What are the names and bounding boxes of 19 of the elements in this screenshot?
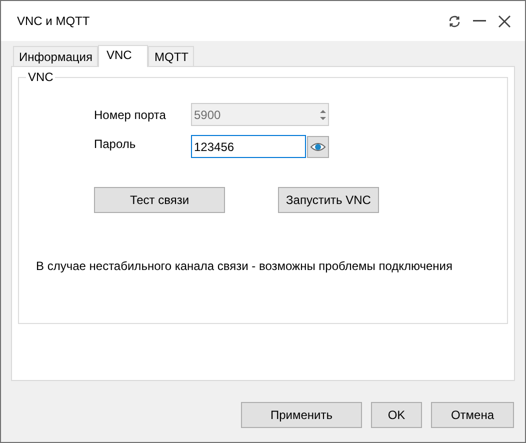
warning-message: В случае нестабильного канала связи - возможны проблемы подключения [36, 258, 454, 275]
minimize-icon[interactable] [473, 20, 486, 22]
password-field[interactable]: 123456 [191, 135, 306, 158]
close-icon[interactable] [498, 14, 511, 28]
port-label: Номер порта [94, 106, 167, 124]
group-title: VNC [26, 70, 56, 84]
tab[interactable]: VNC [98, 45, 148, 67]
window-title: VNC и MQTT [17, 13, 90, 30]
password-label: Пароль [94, 136, 137, 153]
tab[interactable]: MQTT [148, 46, 194, 66]
action-button[interactable]: Тест связи [94, 187, 225, 213]
dialog-button[interactable]: Отмена [431, 402, 514, 428]
eye-icon [310, 142, 326, 152]
action-button[interactable]: Запустить VNC [278, 187, 379, 213]
tab[interactable]: Информация [13, 46, 98, 66]
show-password-button[interactable] [307, 136, 329, 158]
refresh-icon[interactable] [448, 14, 461, 28]
dialog-button[interactable]: OK [371, 402, 422, 428]
dialog-button[interactable]: Применить [241, 402, 362, 428]
